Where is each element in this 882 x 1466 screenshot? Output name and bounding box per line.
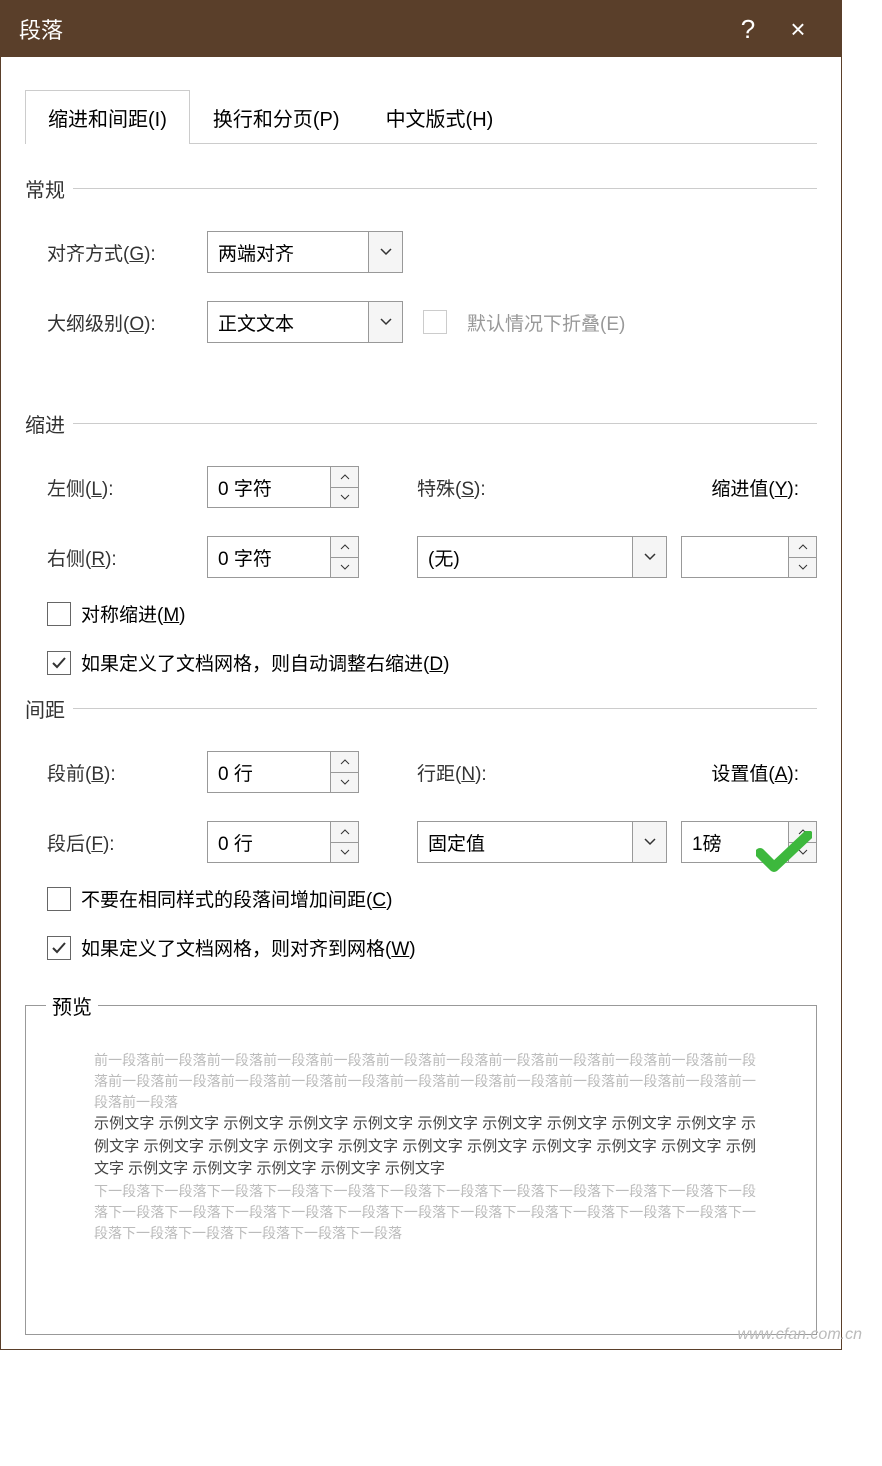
spinner-space-before[interactable]: 0 行: [207, 751, 359, 793]
combo-outline-value: 正文文本: [208, 309, 368, 336]
label-left-indent: 左侧(L):: [47, 474, 207, 501]
tab-indent-spacing[interactable]: 缩进和间距(I): [25, 90, 190, 144]
spin-down-icon[interactable]: [331, 842, 358, 863]
spin-down-icon[interactable]: [331, 772, 358, 793]
combo-alignment[interactable]: 两端对齐: [207, 231, 403, 273]
combo-alignment-value: 两端对齐: [208, 239, 368, 266]
spin-down-icon[interactable]: [789, 557, 816, 578]
preview-box: 预览 前一段落前一段落前一段落前一段落前一段落前一段落前一段落前一段落前一段落前…: [25, 991, 817, 1335]
tab-asian-typography[interactable]: 中文版式(H): [363, 90, 517, 144]
label-special: 特殊(S):: [417, 474, 609, 501]
preview-sample: 示例文字 示例文字 示例文字 示例文字 示例文字 示例文字 示例文字 示例文字 …: [94, 1115, 756, 1177]
section-general: 常规: [25, 174, 817, 203]
checkbox-no-space-same-style[interactable]: [47, 887, 71, 911]
spinner-left-indent[interactable]: 0 字符: [207, 466, 359, 508]
label-no-space-same-style: 不要在相同样式的段落间增加间距(C): [81, 885, 392, 912]
dialog-title: 段落: [19, 13, 723, 45]
spin-up-icon[interactable]: [331, 537, 358, 557]
label-space-after: 段后(F):: [47, 829, 207, 856]
tab-line-page-breaks[interactable]: 换行和分页(P): [190, 90, 363, 144]
label-mirror-indent: 对称缩进(M): [81, 600, 185, 627]
check-overlay-icon: [756, 831, 812, 881]
spin-up-icon[interactable]: [331, 467, 358, 487]
chevron-down-icon[interactable]: [632, 537, 666, 577]
close-button[interactable]: ×: [773, 14, 823, 45]
preview-next-para: 下一段落下一段落下一段落下一段落下一段落下一段落下一段落下一段落下一段落下一段落…: [94, 1183, 756, 1241]
spin-up-icon[interactable]: [331, 752, 358, 772]
label-alignment: 对齐方式(G):: [47, 239, 207, 266]
preview-prev-para: 前一段落前一段落前一段落前一段落前一段落前一段落前一段落前一段落前一段落前一段落…: [94, 1052, 756, 1110]
combo-special[interactable]: (无): [417, 536, 667, 578]
checkbox-snap-grid[interactable]: [47, 936, 71, 960]
spin-up-icon[interactable]: [331, 822, 358, 842]
spin-down-icon[interactable]: [331, 557, 358, 578]
spin-down-icon[interactable]: [331, 487, 358, 508]
label-space-before: 段前(B):: [47, 759, 207, 786]
combo-line-spacing[interactable]: 固定值: [417, 821, 667, 863]
label-indent-by: 缩进值(Y):: [711, 474, 799, 501]
titlebar: 段落 ? ×: [1, 1, 841, 57]
label-spacing-at: 设置值(A):: [711, 759, 799, 786]
label-line-spacing: 行距(N):: [417, 759, 609, 786]
spinner-right-indent[interactable]: 0 字符: [207, 536, 359, 578]
combo-outline-level[interactable]: 正文文本: [207, 301, 403, 343]
checkbox-auto-adjust-right[interactable]: [47, 651, 71, 675]
section-spacing: 间距: [25, 694, 817, 723]
chevron-down-icon[interactable]: [368, 232, 402, 272]
tab-strip: 缩进和间距(I) 换行和分页(P) 中文版式(H): [25, 89, 817, 144]
checkbox-collapse: [423, 310, 447, 334]
chevron-down-icon[interactable]: [368, 302, 402, 342]
spin-up-icon[interactable]: [789, 537, 816, 557]
label-outline-level: 大纲级别(O):: [47, 309, 207, 336]
label-right-indent: 右侧(R):: [47, 544, 207, 571]
checkbox-mirror-indent[interactable]: [47, 602, 71, 626]
section-indent: 缩进: [25, 409, 817, 438]
spinner-indent-by[interactable]: [681, 536, 817, 578]
label-snap-grid: 如果定义了文档网格，则对齐到网格(W): [81, 934, 416, 961]
label-collapse: 默认情况下折叠(E): [467, 309, 625, 336]
spinner-space-after[interactable]: 0 行: [207, 821, 359, 863]
label-auto-adjust-right: 如果定义了文档网格，则自动调整右缩进(D): [81, 649, 449, 676]
watermark: www.cfan.com.cn: [738, 1326, 862, 1344]
chevron-down-icon[interactable]: [632, 822, 666, 862]
help-button[interactable]: ?: [723, 14, 773, 45]
preview-label: 预览: [46, 991, 98, 1020]
